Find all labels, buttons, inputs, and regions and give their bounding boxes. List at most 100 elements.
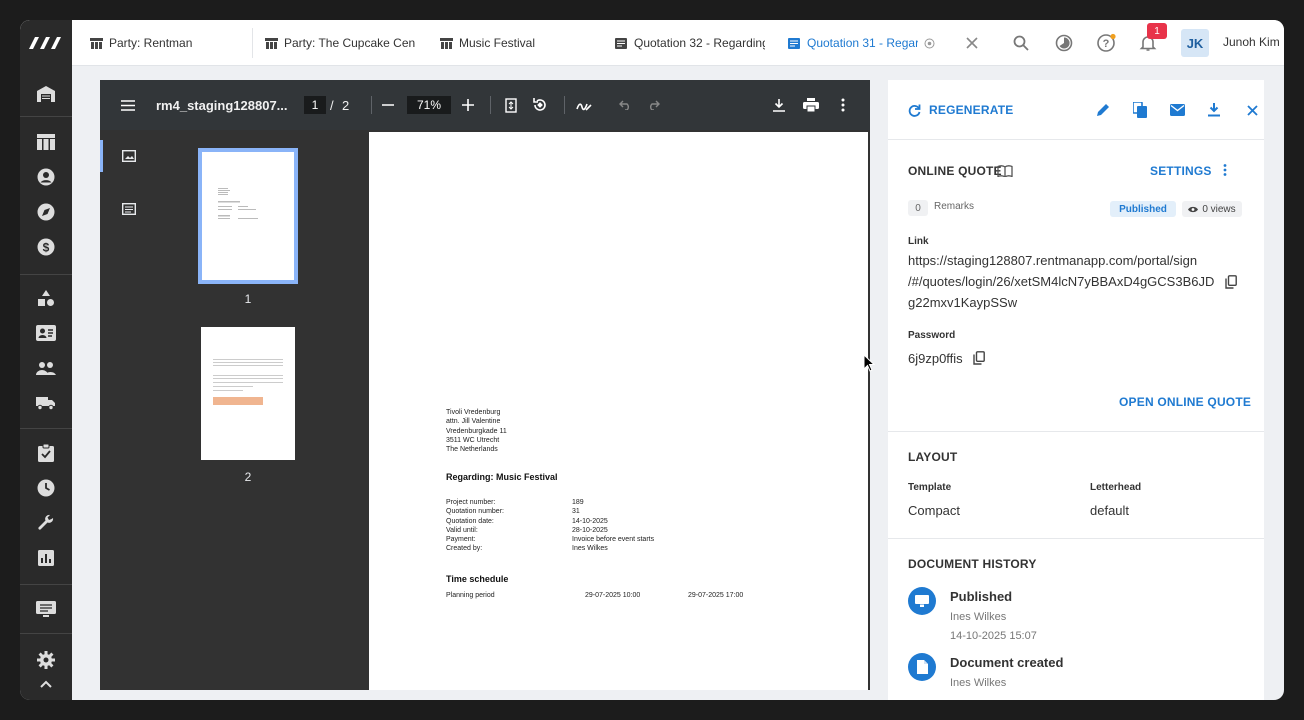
close-icon[interactable]: [960, 31, 984, 55]
letterhead-value[interactable]: default: [1090, 503, 1129, 518]
open-online-quote-button[interactable]: OPEN ONLINE QUOTE: [1119, 395, 1251, 409]
zoom-in-button[interactable]: [456, 93, 480, 117]
compass-icon: [37, 203, 55, 221]
file-icon: [908, 653, 936, 681]
undo-icon[interactable]: [613, 93, 637, 117]
redo-icon[interactable]: [641, 93, 665, 117]
sidebar-divider: [20, 633, 72, 634]
sidebar-item-home[interactable]: [34, 82, 58, 106]
page-separator: /: [330, 97, 334, 113]
search-icon[interactable]: [1009, 31, 1033, 55]
address-line: The Netherlands: [446, 446, 498, 454]
regenerate-button[interactable]: REGENERATE: [908, 100, 1013, 120]
toolbar-divider: [564, 96, 565, 114]
tab-label: Party: Rentman: [109, 36, 193, 50]
zoom-input[interactable]: 71%: [407, 96, 451, 114]
sidebar-divider: [20, 428, 72, 429]
more-vert-icon[interactable]: [831, 93, 855, 117]
people-icon: [36, 362, 56, 375]
remarks-label[interactable]: Remarks: [934, 201, 974, 212]
template-label: Template: [908, 482, 952, 493]
details-table: Project number: 189 Quotation number: 31 Q…: [446, 498, 746, 554]
more-vert-icon[interactable]: [1215, 160, 1235, 180]
copy-password-icon[interactable]: [969, 348, 989, 368]
annotate-icon[interactable]: [572, 93, 596, 117]
detail-key: Valid until:: [446, 526, 478, 534]
address-line: 3511 WC Utrecht: [446, 436, 500, 444]
avatar[interactable]: JK: [1181, 29, 1209, 57]
sidebar-item-reports[interactable]: [34, 546, 58, 570]
sidebar-divider: [20, 584, 72, 585]
letterhead-label: Letterhead: [1090, 482, 1142, 493]
sidebar-item-time[interactable]: [34, 476, 58, 500]
link-line: https://staging128807.rentmanapp.com/por…: [908, 253, 1198, 268]
outline-view-icon[interactable]: [117, 197, 141, 221]
page-thumbnail-2[interactable]: [201, 327, 295, 460]
schedule-label: Planning period: [446, 592, 495, 599]
sidebar-item-vehicles[interactable]: [34, 391, 58, 415]
zoom-out-button[interactable]: [376, 93, 400, 117]
monitor-icon: [908, 587, 936, 615]
tab-quotation-31[interactable]: Quotation 31 - Regard: [788, 20, 918, 66]
page-number-input[interactable]: 1: [304, 96, 326, 114]
svg-text:?: ?: [1103, 38, 1110, 50]
copy-document-icon[interactable]: [1130, 100, 1150, 120]
history-user: Ines Wilkes: [950, 677, 1007, 689]
email-icon[interactable]: [1167, 100, 1187, 120]
shapes-icon: [38, 290, 54, 306]
tab-music-festival[interactable]: Music Festival: [440, 20, 570, 66]
id-card-icon: [36, 325, 56, 341]
layout-title: LAYOUT: [908, 450, 958, 464]
sidebar-item-contacts[interactable]: [34, 165, 58, 189]
copy-link-icon[interactable]: [1221, 272, 1241, 292]
tab-quotation-32[interactable]: Quotation 32 - Regarding:: [615, 20, 765, 66]
edit-icon[interactable]: [1093, 100, 1113, 120]
fit-page-icon[interactable]: [499, 93, 523, 117]
book-icon[interactable]: [995, 161, 1015, 181]
sidebar-item-planner[interactable]: [34, 130, 58, 154]
tab-party-rentman[interactable]: Party: Rentman: [90, 20, 240, 66]
address-line: attn. Jill Valentine: [446, 418, 501, 426]
download-icon[interactable]: [767, 93, 791, 117]
sidebar-collapse-button[interactable]: [34, 672, 58, 696]
download-icon[interactable]: [1204, 100, 1224, 120]
sidebar-item-messages[interactable]: [34, 597, 58, 621]
link-line: g22mxv1KaypSSw: [908, 295, 1018, 310]
password-label: Password: [908, 330, 956, 341]
sidebar-item-crew[interactable]: [34, 321, 58, 345]
sidebar-item-tasks[interactable]: [34, 441, 58, 465]
remarks-count: 0: [908, 200, 928, 216]
settings-button[interactable]: SETTINGS: [1150, 164, 1212, 178]
rotate-icon[interactable]: [528, 93, 552, 117]
tab-party-cupcake[interactable]: Party: The Cupcake Centr: [265, 20, 415, 66]
quote-link[interactable]: https://staging128807.rentmanapp.com/por…: [908, 250, 1218, 313]
tab-label: Quotation 31 - Regard: [807, 36, 918, 50]
sidebar-item-settings[interactable]: [34, 648, 58, 672]
status-badge: Published: [1110, 201, 1176, 217]
timer-icon[interactable]: [1052, 31, 1076, 55]
bar-chart-icon: [38, 550, 54, 566]
sidebar-item-finance[interactable]: $: [34, 235, 58, 259]
help-icon[interactable]: ?: [1094, 31, 1118, 55]
schedule-start: 29-07-2025 10:00: [585, 592, 641, 599]
sidebar-item-repairs[interactable]: [34, 511, 58, 535]
tab-close-icon[interactable]: [922, 31, 936, 55]
user-name[interactable]: Junoh Kim: [1223, 35, 1280, 49]
document-history-section: DOCUMENT HISTORY Published Ines Wilkes 1…: [888, 538, 1264, 700]
sidebar-item-people[interactable]: [34, 356, 58, 380]
chevron-up-icon: [40, 680, 52, 688]
menu-icon[interactable]: [116, 93, 140, 117]
thumbnail-view-icon[interactable]: [117, 144, 141, 168]
close-icon[interactable]: [1242, 100, 1262, 120]
detail-value: Ines Wilkes: [572, 545, 608, 553]
print-icon[interactable]: [799, 93, 823, 117]
page-thumbnail-1[interactable]: [198, 148, 298, 284]
sidebar-item-equipment[interactable]: [34, 286, 58, 310]
sidebar-divider: [20, 116, 72, 117]
sidebar-item-projects[interactable]: [34, 200, 58, 224]
thumbnail-label: 2: [244, 470, 252, 484]
rentman-logo[interactable]: [20, 20, 72, 66]
template-value[interactable]: Compact: [908, 503, 960, 518]
mouse-cursor-icon: [863, 354, 875, 372]
pdf-toolbar: rm4_staging128807... 1 / 2 71%: [100, 80, 870, 130]
